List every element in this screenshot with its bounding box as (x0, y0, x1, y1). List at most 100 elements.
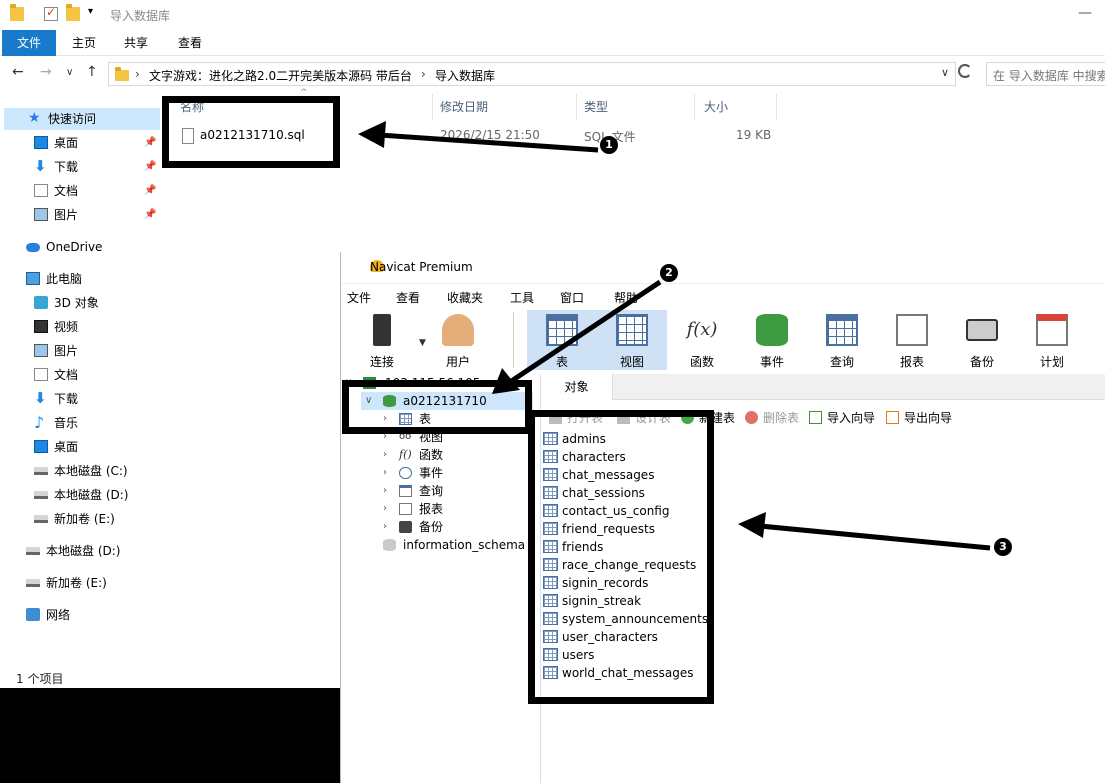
nav-network[interactable]: 网络 (26, 604, 156, 626)
column-divider[interactable] (776, 94, 777, 120)
menu-help[interactable]: 帮助 (614, 289, 638, 306)
nav-label: OneDrive (46, 240, 103, 254)
new-folder-icon[interactable] (66, 4, 80, 21)
column-divider[interactable] (694, 94, 695, 120)
column-size[interactable]: 大小 (704, 98, 728, 115)
search-input[interactable]: 在 导入数据库 中搜索 (986, 62, 1105, 86)
column-divider[interactable] (576, 94, 577, 120)
chevron-right-icon[interactable]: › (383, 464, 387, 482)
toolbar-connect-button[interactable]: ▼ 连接 (347, 310, 426, 370)
menu-tools[interactable]: 工具 (510, 289, 534, 306)
nav-pc-3d[interactable]: 3D 对象 (34, 292, 158, 314)
nav-pc-downloads[interactable]: ⬇ 下载 (34, 388, 158, 410)
toolbar-event-button[interactable]: 事件 (737, 310, 807, 370)
nav-pc-drive-e[interactable]: 新加卷 (E:) (34, 508, 158, 530)
tree-reports[interactable]: › 报表 (383, 500, 533, 518)
nav-pinned-desktop[interactable]: 桌面 📌 (34, 132, 158, 154)
toolbar-view-button[interactable]: 视图 (597, 310, 667, 370)
menu-window[interactable]: 窗口 (560, 289, 584, 306)
breadcrumb-separator-icon[interactable]: › (135, 67, 140, 81)
toolbar-user-button[interactable]: 用户 (423, 310, 493, 370)
forward-icon[interactable]: → (40, 64, 52, 80)
nav-pc-pictures[interactable]: 图片 (34, 340, 158, 362)
chevron-right-icon[interactable]: › (383, 500, 387, 518)
document-icon (34, 368, 48, 381)
refresh-icon[interactable] (958, 64, 972, 78)
nav-pc-video[interactable]: 视频 (34, 316, 158, 338)
music-icon: ♪ (34, 413, 45, 432)
export-icon (886, 411, 899, 424)
toolbar-function-button[interactable]: f(x) 函数 (667, 310, 737, 370)
database-icon (383, 539, 396, 551)
pin-icon: 📌 (144, 209, 157, 220)
nav-drive-d[interactable]: 本地磁盘 (D:) (26, 540, 156, 562)
toolbar-table-button[interactable]: 表 (527, 310, 597, 370)
watermark-line-2: www.rexuexia.com (1005, 768, 1103, 779)
annotation-box-tables (528, 410, 714, 704)
search-placeholder: 在 导入数据库 中搜索 (993, 69, 1105, 83)
menu-view[interactable]: 查看 (396, 289, 420, 306)
3d-objects-icon (34, 296, 48, 309)
chevron-right-icon[interactable]: › (383, 446, 387, 464)
properties-icon[interactable] (44, 5, 58, 21)
toolbar-schedule-button[interactable]: 计划 (1017, 310, 1087, 370)
ribbon-tab-home[interactable]: 主页 (62, 30, 106, 56)
toolbar-query-button[interactable]: 查询 (807, 310, 877, 370)
nav-label: 文档 (54, 368, 79, 382)
drive-icon (34, 515, 48, 523)
table-icon (546, 314, 578, 346)
status-bar: 1 个项目 (16, 672, 64, 686)
nav-label: 下载 (54, 160, 79, 174)
nav-pc-documents[interactable]: 文档 (34, 364, 158, 386)
nav-pc-drive-c[interactable]: 本地磁盘 (C:) (34, 460, 158, 482)
tree-events[interactable]: › 事件 (383, 464, 533, 482)
menu-file[interactable]: 文件 (347, 289, 371, 306)
chevron-right-icon[interactable]: › (383, 518, 387, 536)
toolbar-report-button[interactable]: 报表 (877, 310, 947, 370)
picture-icon (34, 208, 48, 221)
up-icon[interactable]: ↑ (86, 64, 98, 80)
nav-pinned-documents[interactable]: 文档 📌 (34, 180, 158, 202)
nav-pinned-downloads[interactable]: ⬇ 下载 📌 (34, 156, 158, 178)
tree-queries[interactable]: › 查询 (383, 482, 533, 500)
nav-pc-desktop[interactable]: 桌面 (34, 436, 158, 458)
nav-this-pc[interactable]: 此电脑 (26, 268, 156, 290)
nav-drive-e[interactable]: 新加卷 (E:) (26, 572, 156, 594)
column-divider[interactable] (432, 94, 433, 120)
tree-functions[interactable]: › f() 函数 (383, 446, 533, 464)
nav-pinned-pictures[interactable]: 图片 📌 (34, 204, 158, 226)
object-tabbar: 对象 (541, 374, 1105, 400)
breadcrumb-current[interactable]: 导入数据库 (435, 67, 495, 84)
ribbon-tab-file[interactable]: 文件 (2, 30, 56, 56)
toolbar-backup-button[interactable]: 备份 (947, 310, 1017, 370)
nav-pc-music[interactable]: ♪ 音乐 (34, 412, 158, 434)
minimize-icon[interactable]: — (1078, 5, 1092, 21)
column-type[interactable]: 类型 (584, 98, 608, 115)
toolbar-label: 用户 (445, 355, 470, 369)
recent-dropdown-icon[interactable]: ∨ (66, 67, 73, 78)
video-icon (34, 320, 48, 333)
drive-icon (26, 547, 40, 555)
chevron-right-icon[interactable]: › (383, 482, 387, 500)
tree-information-schema[interactable]: information_schema (381, 536, 537, 554)
nav-onedrive[interactable]: OneDrive (26, 236, 156, 258)
nav-quick-access[interactable]: ★ 快速访问 (4, 108, 160, 130)
watermark-line-1: 热血侠网游单机论坛 (985, 752, 1103, 767)
address-input[interactable]: › 文字游戏：进化之路2.0二开完美版本源码 带后台 › 导入数据库 ∨ (108, 62, 956, 86)
breadcrumb-parent[interactable]: 文字游戏：进化之路2.0二开完美版本源码 带后台 (149, 67, 412, 84)
picture-icon (34, 344, 48, 357)
tab-objects[interactable]: 对象 (541, 374, 613, 400)
customize-qa-icon[interactable]: ▾ (88, 6, 93, 17)
tree-backups[interactable]: › 备份 (383, 518, 533, 536)
ribbon-tab-share[interactable]: 共享 (114, 30, 158, 56)
desktop-icon (34, 440, 48, 453)
nav-pc-drive-d[interactable]: 本地磁盘 (D:) (34, 484, 158, 506)
file-size: 19 KB (736, 128, 772, 142)
menu-favorites[interactable]: 收藏夹 (447, 289, 483, 306)
folder-icon (115, 67, 129, 81)
ribbon-tab-view[interactable]: 查看 (168, 30, 212, 56)
address-dropdown-icon[interactable]: ∨ (941, 66, 949, 79)
breadcrumb-separator-icon[interactable]: › (421, 67, 426, 81)
back-icon[interactable]: ← (12, 64, 24, 80)
column-date[interactable]: 修改日期 (440, 98, 488, 115)
